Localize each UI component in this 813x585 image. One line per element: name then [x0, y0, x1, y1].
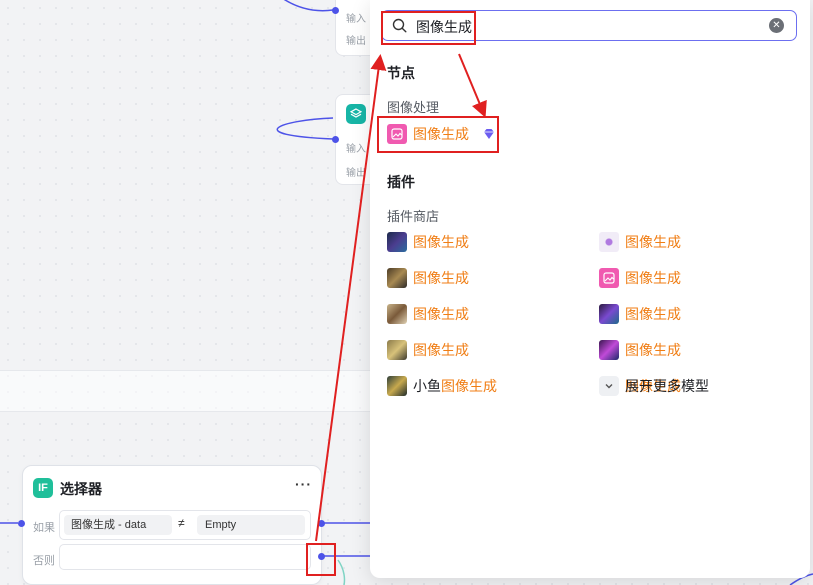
if-label: 如果 — [33, 522, 55, 534]
expand-more-button[interactable]: 展开更多 — [599, 375, 681, 397]
selector-node[interactable]: IF 选择器 ··· 如果 图像生成 - data ≠ Empty 否则 — [22, 465, 322, 585]
chevron-down-icon — [599, 376, 619, 396]
plugin-thumbnail — [387, 232, 407, 252]
layers-icon — [346, 104, 366, 124]
clear-icon[interactable]: ✕ — [769, 18, 784, 33]
plugin-result[interactable]: 图像生成 — [387, 231, 469, 253]
plugin-thumbnail — [387, 268, 407, 288]
more-options-button[interactable]: ··· — [295, 476, 312, 492]
plugin-result[interactable]: 图像生成 — [599, 339, 681, 361]
plugin-thumbnail — [387, 376, 407, 396]
selector-input-port[interactable] — [18, 520, 25, 527]
plugin-thumbnail — [387, 340, 407, 360]
input-label: 输入 — [346, 14, 366, 25]
section-plugins: 插件 — [387, 174, 415, 190]
input-port[interactable] — [332, 136, 339, 143]
section-nodes: 节点 — [387, 65, 415, 81]
plugin-result[interactable]: 图像生成 — [599, 303, 681, 325]
condition-operator[interactable]: ≠ — [178, 516, 185, 530]
plugin-thumbnail — [599, 232, 619, 252]
plugin-result[interactable]: 图像生成 — [599, 267, 681, 289]
condition-variable[interactable]: 图像生成 - data — [64, 515, 172, 535]
plugin-result[interactable]: 图像生成 — [599, 231, 681, 253]
node-search-panel: 图像生成 ✕ 节点 图像处理 图像生成 插件 插件商店 图像生成 图像生成 图像… — [370, 0, 810, 578]
plugin-result[interactable]: 小鱼 图像生成 — [387, 375, 497, 397]
plugin-result[interactable]: 图像生成 — [387, 339, 469, 361]
if-output-port[interactable] — [318, 520, 325, 527]
else-row[interactable] — [59, 544, 311, 570]
if-icon: IF — [33, 478, 53, 498]
annotation-box-else-port — [306, 543, 336, 576]
expand-more-label: 展开更多 — [625, 378, 681, 394]
input-port[interactable] — [332, 7, 339, 14]
input-label: 输入 — [346, 144, 366, 155]
plugin-thumbnail — [599, 304, 619, 324]
annotation-box-search — [381, 11, 476, 45]
plugin-result[interactable]: 图像生成 — [387, 303, 469, 325]
plugin-result[interactable]: 图像生成 — [387, 267, 469, 289]
category-plugin-store: 插件商店 — [387, 209, 440, 224]
category-image-processing: 图像处理 — [387, 100, 440, 115]
canvas-group-band — [0, 370, 370, 412]
else-label: 否则 — [33, 555, 55, 567]
condition-row[interactable]: 图像生成 - data ≠ Empty — [59, 510, 311, 540]
output-label: 输出 — [346, 36, 366, 47]
annotation-box-node-result — [377, 116, 499, 153]
plugin-thumbnail — [599, 340, 619, 360]
output-label: 输出 — [346, 168, 366, 179]
condition-value[interactable]: Empty — [197, 515, 305, 535]
plugin-thumbnail — [599, 268, 619, 288]
node-title: 选择器 — [60, 481, 102, 497]
plugin-thumbnail — [387, 304, 407, 324]
